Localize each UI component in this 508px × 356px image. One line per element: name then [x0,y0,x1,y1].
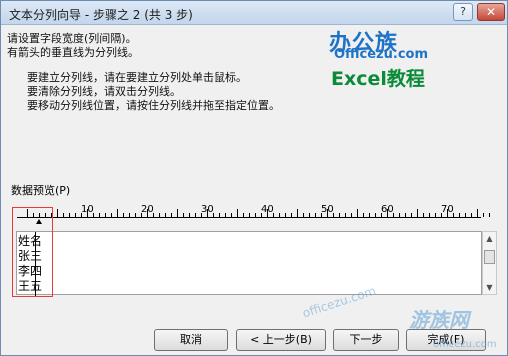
ruler-tick [183,213,184,217]
ruler-tick [111,213,112,217]
ruler-tick [129,213,130,217]
cancel-button[interactable]: 取消 [154,329,228,351]
data-preview-panel: 10 20 30 40 50 60 70 姓名 张三 李四 王五 ▲ ▼ [9,199,497,297]
ruler-tick [255,213,256,217]
ruler-tick [429,213,430,217]
ruler-tick [291,213,292,217]
help-button[interactable]: ? [453,3,473,21]
ruler-tick [219,213,220,217]
ruler-tick [417,209,418,217]
scroll-up-arrow-icon[interactable]: ▲ [483,232,496,245]
ruler-tick [315,213,316,217]
ruler-tick [117,209,118,217]
ruler-tick [465,213,466,217]
watermark-site: 游族网 [409,308,469,332]
back-button[interactable]: < 上一步(B) [236,329,326,351]
instruction-line-2: 有箭头的垂直线为分列线。 [7,46,139,59]
ruler-tick [297,209,298,217]
brand-excel-tutorial: Excel教程 [331,68,425,90]
data-preview-label: 数据预览(P) [11,184,71,197]
ruler-tick [477,209,478,217]
ruler-baseline [17,217,481,218]
ruler-tick [195,213,196,217]
ruler-tick [135,213,136,217]
close-button[interactable]: ✕ [477,3,505,21]
ruler-tick [483,213,484,217]
ruler-tick [411,213,412,217]
ruler-tick [105,213,106,217]
ruler-tick [363,213,364,217]
ruler-tick [435,213,436,217]
ruler-tick [489,213,490,217]
ruler-tick [471,213,472,217]
ruler-tick [177,209,178,217]
ruler-tick [165,213,166,217]
ruler-tick [225,213,226,217]
ruler-tick [339,213,340,217]
ruler-tick [423,213,424,217]
ruler-tick [75,213,76,217]
ruler-tick [123,213,124,217]
preview-data-area[interactable]: 姓名 张三 李四 王五 [16,231,482,296]
ruler-tick [237,209,238,217]
ruler-tick [63,213,64,217]
ruler-tick [243,213,244,217]
ruler-tick [405,213,406,217]
ruler-tick [159,213,160,217]
ruler-tick [357,209,358,217]
ruler-label-40: 40 [261,204,274,215]
column-ruler[interactable]: 10 20 30 40 50 60 70 [17,199,490,224]
next-button[interactable]: 下一步 [333,329,399,351]
text-import-wizard-dialog: 文本分列向导 - 步骤之 2 (共 3 步) ? ✕ 请设置字段宽度(列间隔)。… [0,0,508,356]
ruler-tick [369,213,370,217]
ruler-tick [303,213,304,217]
ruler-tick [249,213,250,217]
brand-domain: Officezu.com [334,47,429,62]
ruler-label-30: 30 [201,204,214,215]
ruler-tick [279,213,280,217]
ruler-tick [309,213,310,217]
ruler-tick [99,213,100,217]
ruler-tick [345,213,346,217]
ruler-tick [351,213,352,217]
ruler-tick [57,209,58,217]
ruler-tick [171,213,172,217]
ruler-tick [285,213,286,217]
instruction-line-5: 要移动分列线位置，请按住分列线并拖至指定位置。 [27,99,280,112]
ruler-tick [399,213,400,217]
ruler-tick [69,213,70,217]
preview-vertical-scrollbar[interactable]: ▲ ▼ [482,231,497,295]
scrollbar-thumb[interactable] [484,250,495,264]
dialog-title: 文本分列向导 - 步骤之 2 (共 3 步) [9,8,193,22]
ruler-tick [231,213,232,217]
ruler-tick [189,213,190,217]
ruler-tick [459,213,460,217]
ruler-label-50: 50 [321,204,334,215]
watermark-domain-small: officezu.com [433,339,497,350]
title-bar[interactable]: 文本分列向导 - 步骤之 2 (共 3 步) ? ✕ [1,1,507,25]
ruler-label-20: 20 [141,204,154,215]
ruler-label-70: 70 [441,204,454,215]
ruler-tick [375,213,376,217]
scroll-down-arrow-icon[interactable]: ▼ [483,281,496,294]
highlight-annotation-box [12,207,53,297]
ruler-label-60: 60 [381,204,394,215]
ruler-label-10: 10 [81,204,94,215]
